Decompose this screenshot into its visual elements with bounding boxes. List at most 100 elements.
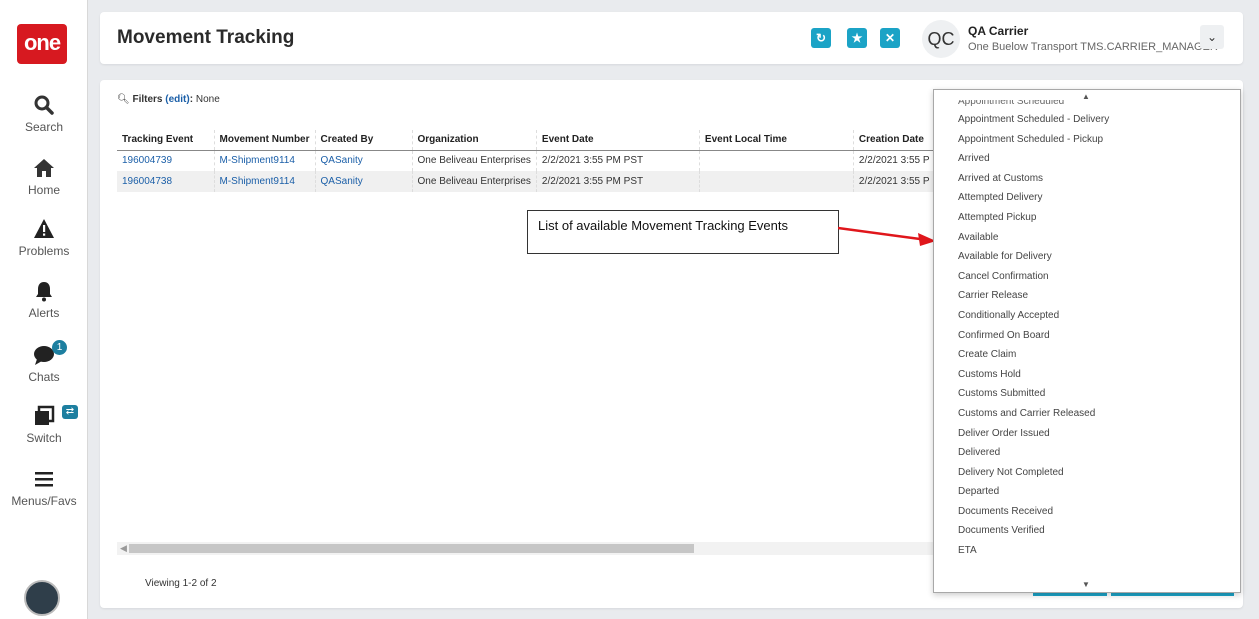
event-date-cell: 2/2/2021 3:55 PM PST — [536, 150, 700, 171]
close-icon: ✕ — [884, 31, 896, 45]
sidebar-label: Menus/Favs — [11, 494, 77, 508]
column-header[interactable]: Event Local Time — [699, 130, 854, 151]
dropdown-option[interactable]: Appointment Scheduled — [934, 100, 1240, 110]
pagination-status: Viewing 1-2 of 2 — [145, 578, 217, 589]
dropdown-option[interactable]: Appointment Scheduled - Pickup — [934, 130, 1240, 150]
dropdown-option[interactable]: Cancel Confirmation — [934, 267, 1240, 287]
dropdown-option[interactable]: Customs Hold — [934, 365, 1240, 385]
dropdown-option[interactable]: Documents Received — [934, 502, 1240, 522]
dropdown-option[interactable]: Appointment Scheduled - Delivery — [934, 110, 1240, 130]
filters-edit-link[interactable]: (edit) — [165, 94, 189, 105]
column-header[interactable]: Tracking Event — [117, 130, 215, 151]
chat-count-badge: 1 — [52, 340, 67, 355]
event-local-time-cell — [699, 171, 854, 192]
movement-number-link[interactable]: M-Shipment9114 — [214, 171, 316, 192]
sidebar-item-chats[interactable]: 1 Chats — [0, 340, 88, 384]
column-header[interactable]: Created By — [315, 130, 413, 151]
home-icon — [34, 159, 54, 177]
dropdown-option[interactable]: ETA — [934, 541, 1240, 561]
scrollbar-thumb[interactable] — [129, 544, 694, 553]
table-header-row: Tracking Event Movement Number Created B… — [117, 130, 936, 151]
dropdown-option[interactable]: Confirmed On Board — [934, 326, 1240, 346]
dropdown-option[interactable]: Delivery Not Completed — [934, 463, 1240, 483]
column-header[interactable]: Creation Date — [853, 130, 936, 151]
sidebar-label: Search — [24, 120, 64, 134]
dropdown-options: Appointment Scheduled Appointment Schedul… — [934, 100, 1240, 561]
page-header: Movement Tracking ↻ ★ ✕ QC QA Carrier On… — [100, 12, 1243, 64]
event-date-cell: 2/2/2021 3:55 PM PST — [536, 171, 700, 192]
switch-arrows-icon: ⇄ — [62, 405, 78, 419]
dropdown-option[interactable]: Customs and Carrier Released — [934, 404, 1240, 424]
column-header[interactable]: Organization — [412, 130, 537, 151]
dropdown-option[interactable]: Attempted Pickup — [934, 208, 1240, 228]
user-organization: One Buelow Transport TMS.CARRIER_MANAGER — [968, 41, 1218, 53]
sidebar-label: Problems — [18, 244, 70, 258]
tracking-event-link[interactable]: 196004738 — [117, 171, 215, 192]
tracking-event-link[interactable]: 196004739 — [117, 150, 215, 171]
event-local-time-cell — [699, 150, 854, 171]
favorite-button[interactable]: ★ — [847, 28, 867, 48]
dropdown-option[interactable]: Departed — [934, 482, 1240, 502]
search-icon — [34, 95, 54, 115]
tracking-events-table: Tracking Event Movement Number Created B… — [117, 130, 936, 192]
sidebar-item-alerts[interactable]: Alerts — [0, 280, 88, 320]
dropdown-option[interactable]: Available — [934, 228, 1240, 248]
filters-bar: 🔍︎ Filters (edit): None — [117, 94, 220, 105]
created-by-link[interactable]: QASanity — [315, 150, 413, 171]
dropdown-option[interactable]: Arrived at Customs — [934, 169, 1240, 189]
dropdown-option[interactable]: Available for Delivery — [934, 247, 1240, 267]
refresh-button[interactable]: ↻ — [811, 28, 831, 48]
dropdown-option[interactable]: Documents Verified — [934, 521, 1240, 541]
sidebar-item-menus[interactable]: Menus/Favs — [0, 468, 88, 508]
annotation-callout: List of available Movement Tracking Even… — [527, 210, 839, 254]
column-header[interactable]: Event Date — [536, 130, 700, 151]
sidebar-item-home[interactable]: Home — [0, 157, 88, 197]
movement-number-link[interactable]: M-Shipment9114 — [214, 150, 316, 171]
switch-icon — [35, 405, 55, 425]
refresh-icon: ↻ — [815, 31, 827, 45]
close-button[interactable]: ✕ — [880, 28, 900, 48]
page-title: Movement Tracking — [117, 27, 295, 48]
sidebar-item-search[interactable]: Search — [0, 94, 88, 134]
organization-cell: One Beliveau Enterprises — [412, 150, 537, 171]
created-by-link[interactable]: QASanity — [315, 171, 413, 192]
table-row: 196004738 M-Shipment9114 QASanity One Be… — [117, 171, 936, 192]
sidebar-item-switch[interactable]: ⇄ Switch — [0, 405, 88, 445]
dropdown-option[interactable]: Arrived — [934, 149, 1240, 169]
dropdown-option[interactable]: Carrier Release — [934, 286, 1240, 306]
creation-date-cell: 2/2/2021 3:55 P — [853, 150, 936, 171]
sidebar-label: Home — [27, 183, 60, 197]
user-menu-button[interactable]: ⌄ — [1200, 25, 1224, 49]
sidebar-label: Switch — [26, 431, 62, 445]
user-initials-avatar[interactable]: QC — [922, 20, 960, 58]
dropdown-option[interactable]: Conditionally Accepted — [934, 306, 1240, 326]
sidebar-label: Chats — [28, 370, 60, 384]
organization-cell: One Beliveau Enterprises — [412, 171, 537, 192]
user-avatar[interactable] — [24, 580, 60, 616]
user-name: QA Carrier — [968, 24, 1029, 38]
table-row: 196004739 M-Shipment9114 QASanity One Be… — [117, 150, 936, 171]
filters-value: None — [195, 94, 220, 105]
dropdown-option[interactable]: Delivered — [934, 443, 1240, 463]
sidebar-item-problems[interactable]: Problems — [0, 218, 88, 258]
column-header[interactable]: Movement Number — [214, 130, 316, 151]
creation-date-cell: 2/2/2021 3:55 P — [853, 171, 936, 192]
tracking-event-dropdown-list[interactable]: ▲ Appointment Scheduled Appointment Sched… — [933, 89, 1241, 593]
filter-icon: 🔍︎ — [117, 94, 130, 105]
dropdown-option[interactable]: Attempted Delivery — [934, 188, 1240, 208]
sidebar-label: Alerts — [28, 306, 60, 320]
chevron-down-icon: ⌄ — [1206, 30, 1218, 44]
dropdown-option[interactable]: Deliver Order Issued — [934, 424, 1240, 444]
horizontal-scrollbar[interactable]: ◀ — [117, 542, 933, 555]
sidebar: one Search Home Problems Alerts 1 Chats … — [0, 0, 88, 619]
app-logo[interactable]: one — [17, 24, 67, 64]
scroll-left-icon[interactable]: ◀ — [120, 542, 127, 555]
warning-icon — [34, 219, 54, 238]
scroll-down-icon[interactable]: ▼ — [1082, 580, 1090, 589]
bell-icon — [36, 282, 52, 302]
filters-label: Filters — [132, 94, 163, 105]
dropdown-option[interactable]: Create Claim — [934, 345, 1240, 365]
dropdown-option[interactable]: Customs Submitted — [934, 384, 1240, 404]
menu-icon — [35, 472, 53, 487]
annotation-arrow-icon — [838, 226, 936, 246]
